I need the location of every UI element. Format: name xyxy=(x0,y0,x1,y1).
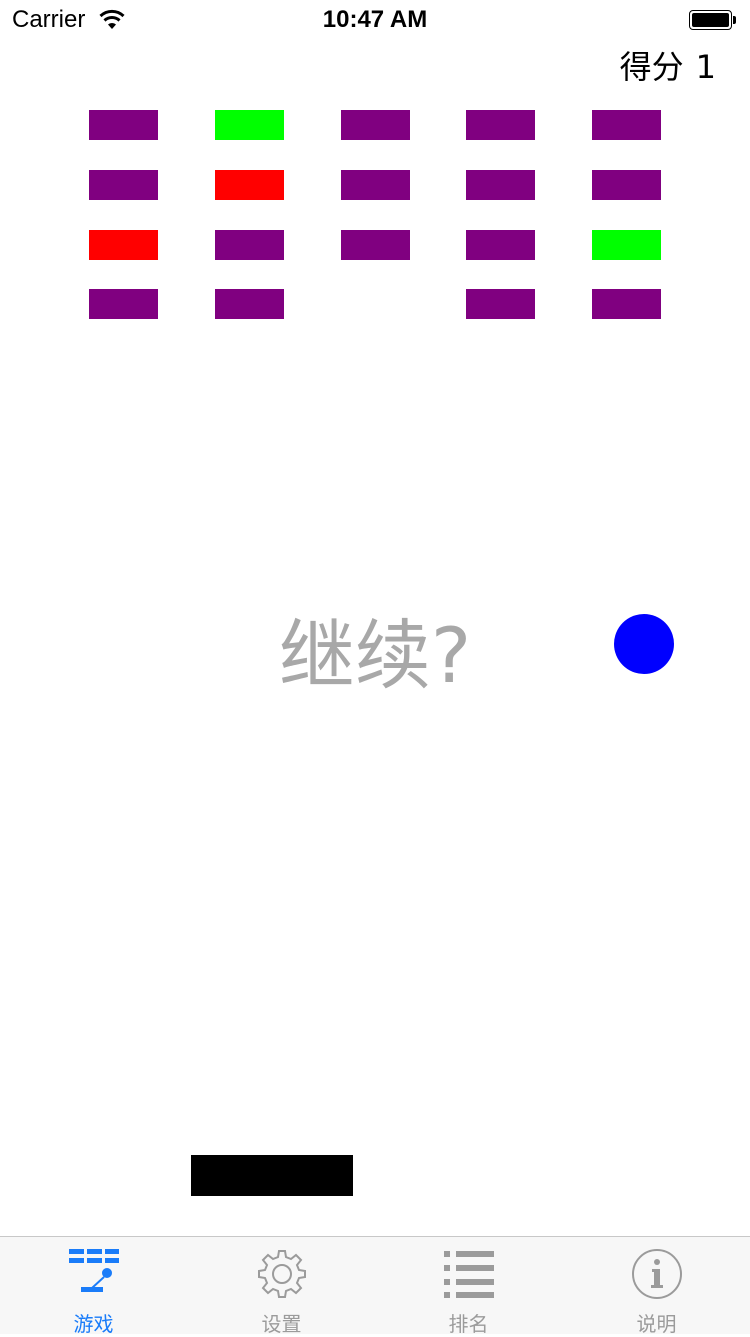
brick-red xyxy=(89,230,158,260)
tab-help[interactable]: 说明 xyxy=(563,1237,750,1336)
gear-icon xyxy=(257,1250,306,1298)
ball xyxy=(614,614,674,674)
tab-label: 说明 xyxy=(636,1312,677,1336)
info-icon xyxy=(631,1249,682,1299)
status-time: 10:47 AM xyxy=(322,6,428,33)
status-bar: Carrier 10:47 AM xyxy=(0,0,750,40)
tab-game[interactable]: 游戏 xyxy=(0,1237,187,1336)
brick-green xyxy=(592,230,661,260)
brick-purple xyxy=(592,110,661,140)
game-icon xyxy=(68,1249,119,1292)
tab-settings[interactable]: 设置 xyxy=(188,1237,375,1336)
battery-icon xyxy=(689,10,737,32)
tab-ranking[interactable]: 排名 xyxy=(375,1237,562,1336)
brick-purple xyxy=(89,110,158,140)
paddle[interactable] xyxy=(191,1155,353,1196)
tab-label: 设置 xyxy=(261,1312,302,1336)
brick-green xyxy=(215,110,284,140)
score-value: 1 xyxy=(695,48,716,86)
brick-purple xyxy=(592,170,661,200)
tab-label: 游戏 xyxy=(73,1312,114,1336)
tab-label: 排名 xyxy=(448,1312,489,1336)
brick-red xyxy=(215,170,284,200)
score-display: 得分 1 xyxy=(620,42,716,88)
brick-purple xyxy=(466,170,535,200)
brick-purple xyxy=(341,110,410,140)
tab-bar: 游戏 设置 排名 说明 xyxy=(0,1236,750,1336)
brick-purple xyxy=(215,289,284,319)
list-icon xyxy=(443,1251,494,1298)
brick-purple xyxy=(466,110,535,140)
brick-purple xyxy=(215,230,284,260)
brick-purple xyxy=(592,289,661,319)
brick-purple xyxy=(89,170,158,200)
brick-purple xyxy=(341,170,410,200)
brick-purple xyxy=(466,289,535,319)
brick-purple xyxy=(466,230,535,260)
brick-purple xyxy=(89,289,158,319)
score-label: 得分 xyxy=(619,48,684,86)
brick-purple xyxy=(341,230,410,260)
